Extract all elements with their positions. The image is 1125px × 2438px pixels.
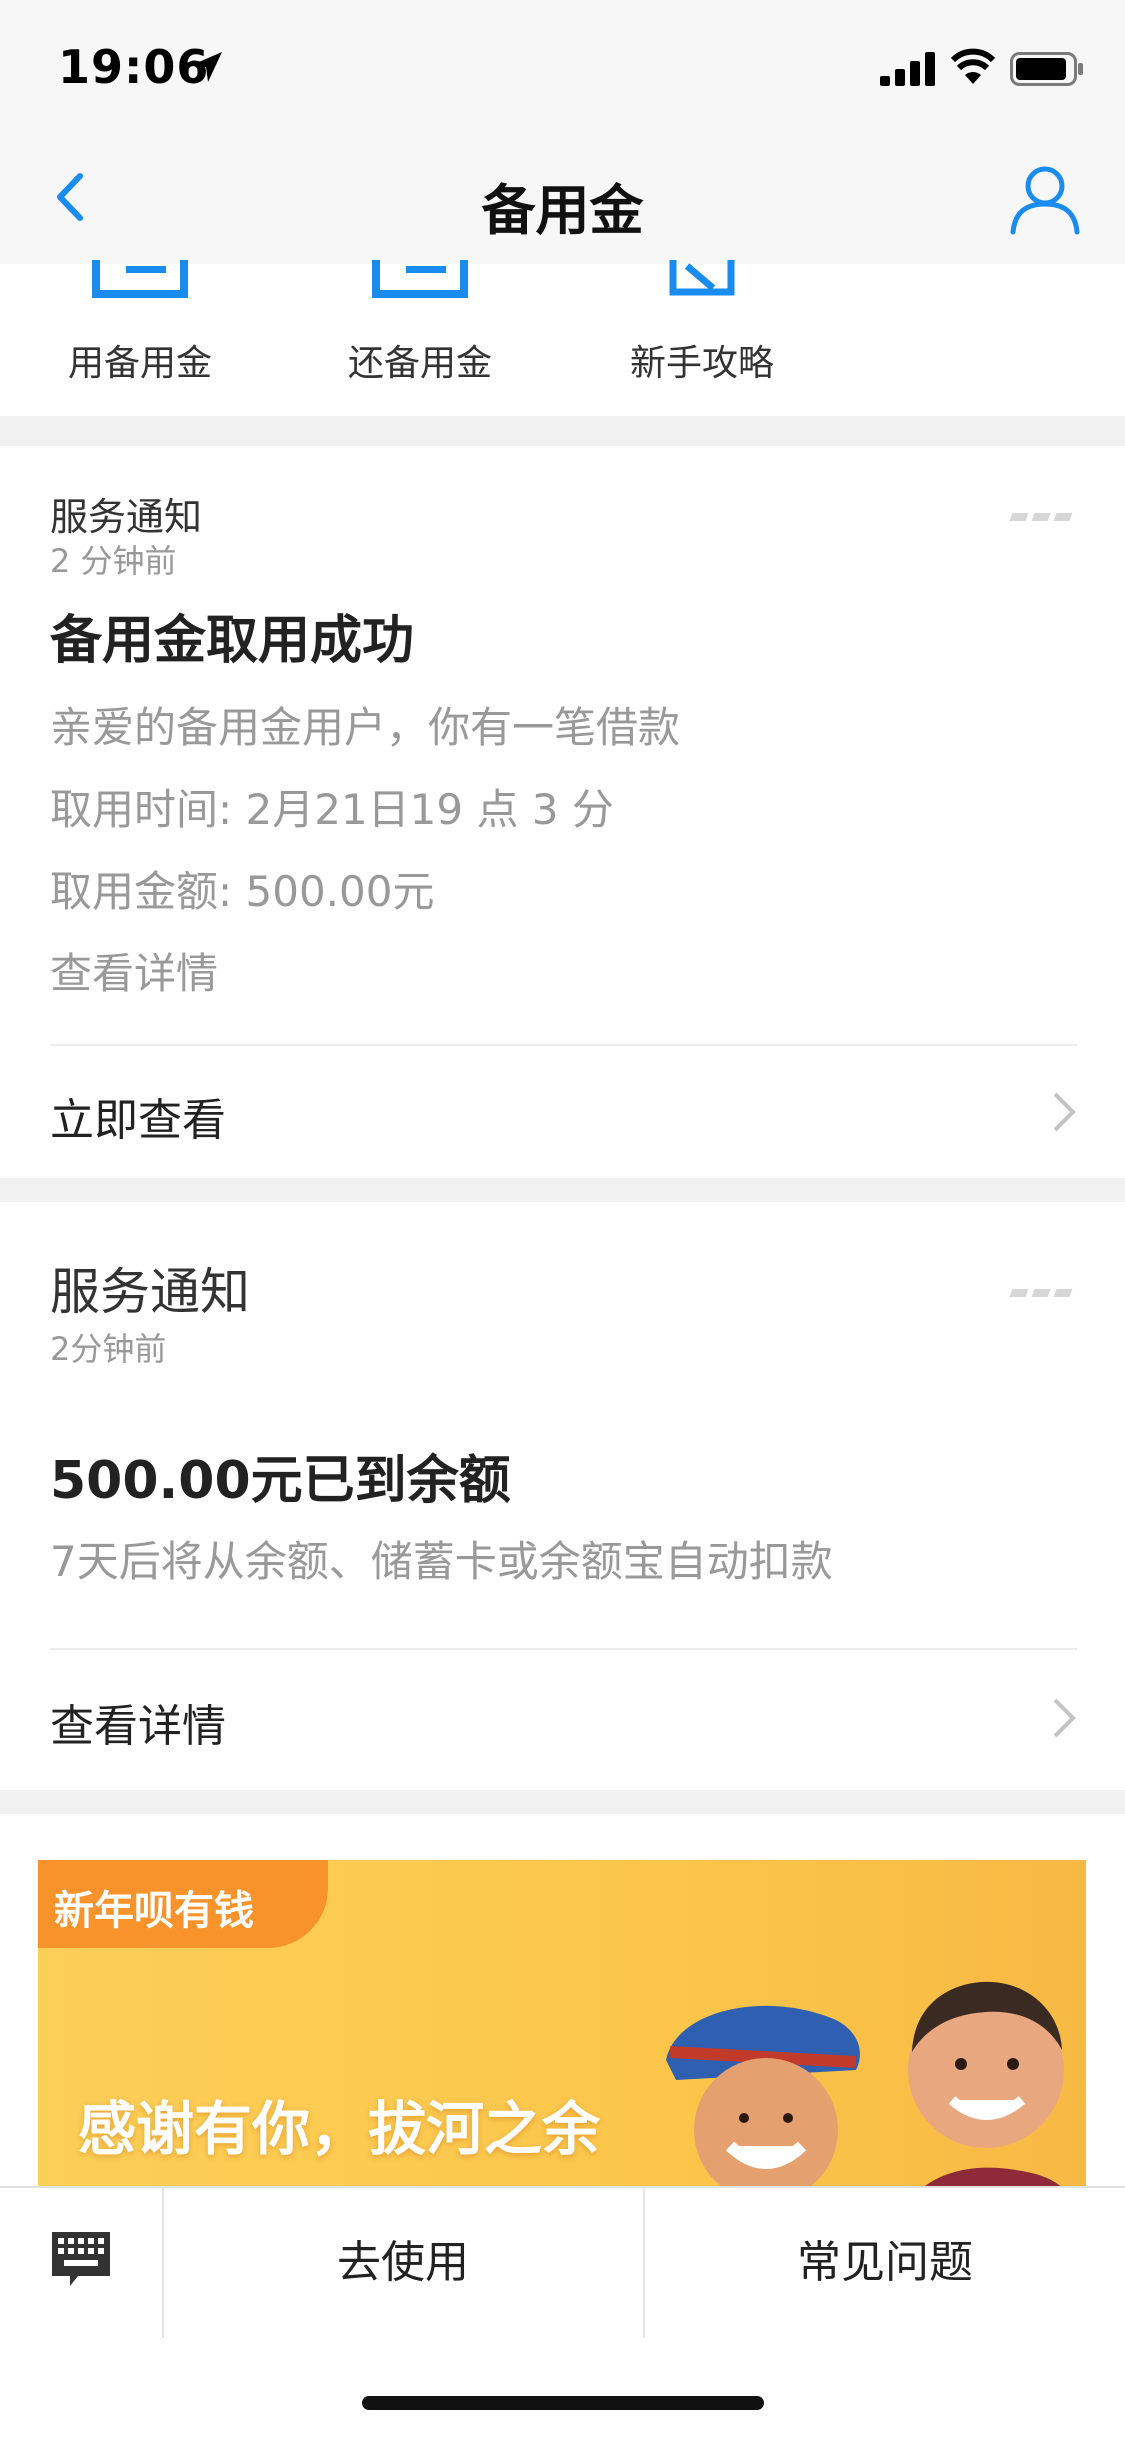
banner-tag-text: 新年呗有钱 (54, 1888, 254, 1934)
faq-button[interactable]: 常见问题 (645, 2188, 1125, 2338)
user-profile-button[interactable] (1005, 158, 1085, 238)
chevron-right-icon (1053, 1698, 1076, 1738)
borrow-icon (92, 260, 188, 298)
keyboard-icon (52, 2232, 110, 2286)
status-bar: 19:06 (0, 0, 1125, 132)
banner-tag: 新年呗有钱 (38, 1860, 328, 1948)
battery-icon (1010, 52, 1083, 86)
go-use-button[interactable]: 去使用 (164, 2188, 642, 2338)
home-indicator[interactable] (362, 2396, 764, 2410)
notification-title: 500.00元已到余额 (50, 1451, 511, 1511)
status-time: 19:06 (58, 40, 210, 94)
view-details-label: 查看详情 (50, 1701, 226, 1752)
more-options-icon[interactable] (1009, 1282, 1077, 1297)
keyboard-button[interactable] (0, 2188, 162, 2338)
repay-icon (372, 260, 468, 298)
notification-source: 服务通知 (50, 495, 203, 539)
quick-action-borrow[interactable]: 用备用金 (50, 260, 230, 416)
quick-action-repay[interactable]: 还备用金 (330, 260, 510, 416)
notification-time: 2分钟前 (50, 1330, 167, 1368)
page-title: 备用金 (481, 179, 644, 242)
user-icon (1010, 166, 1080, 235)
quick-action-label: 还备用金 (347, 343, 492, 384)
view-details-row[interactable]: 查看详情 (0, 1652, 1125, 1782)
notification-time: 2 分钟前 (50, 542, 177, 580)
navigation-bar: 备用金 (0, 132, 1125, 264)
divider (50, 1648, 1077, 1650)
cellular-signal-icon (880, 52, 935, 86)
quick-actions: 用备用金 还备用金 新手攻略 (0, 260, 1125, 416)
quick-action-guide[interactable]: 新手攻略 (612, 260, 792, 416)
banner-headline: 感谢有你，拔河之余 (78, 2095, 601, 2163)
view-now-label: 立即查看 (50, 1095, 226, 1146)
notification-line: 取用金额: 500.00元 (50, 867, 435, 916)
view-now-row[interactable]: 立即查看 (0, 1046, 1125, 1176)
notification-card: 服务通知 2 分钟前 备用金取用成功 亲爱的备用金用户，你有一笔借款 取用时间:… (0, 446, 1125, 1178)
chevron-right-icon (1053, 1092, 1076, 1132)
more-options-icon[interactable] (1009, 506, 1077, 521)
wifi-icon (950, 48, 996, 84)
guide-icon (669, 260, 735, 296)
quick-action-label: 新手攻略 (629, 343, 774, 384)
notification-line: 7天后将从余额、储蓄卡或余额宝自动扣款 (50, 1537, 833, 1586)
notification-line: 查看详情 (50, 949, 219, 998)
quick-action-label: 用备用金 (67, 343, 212, 384)
notification-source: 服务通知 (50, 1263, 250, 1321)
notification-line: 取用时间: 2月21日19 点 3 分 (50, 785, 614, 834)
notification-card: 服务通知 2分钟前 500.00元已到余额 7天后将从余额、储蓄卡或余额宝自动扣… (0, 1202, 1125, 1790)
notification-line: 亲爱的备用金用户，你有一笔借款 (50, 703, 681, 752)
notification-title: 备用金取用成功 (50, 611, 415, 671)
location-arrow-icon (192, 52, 222, 82)
